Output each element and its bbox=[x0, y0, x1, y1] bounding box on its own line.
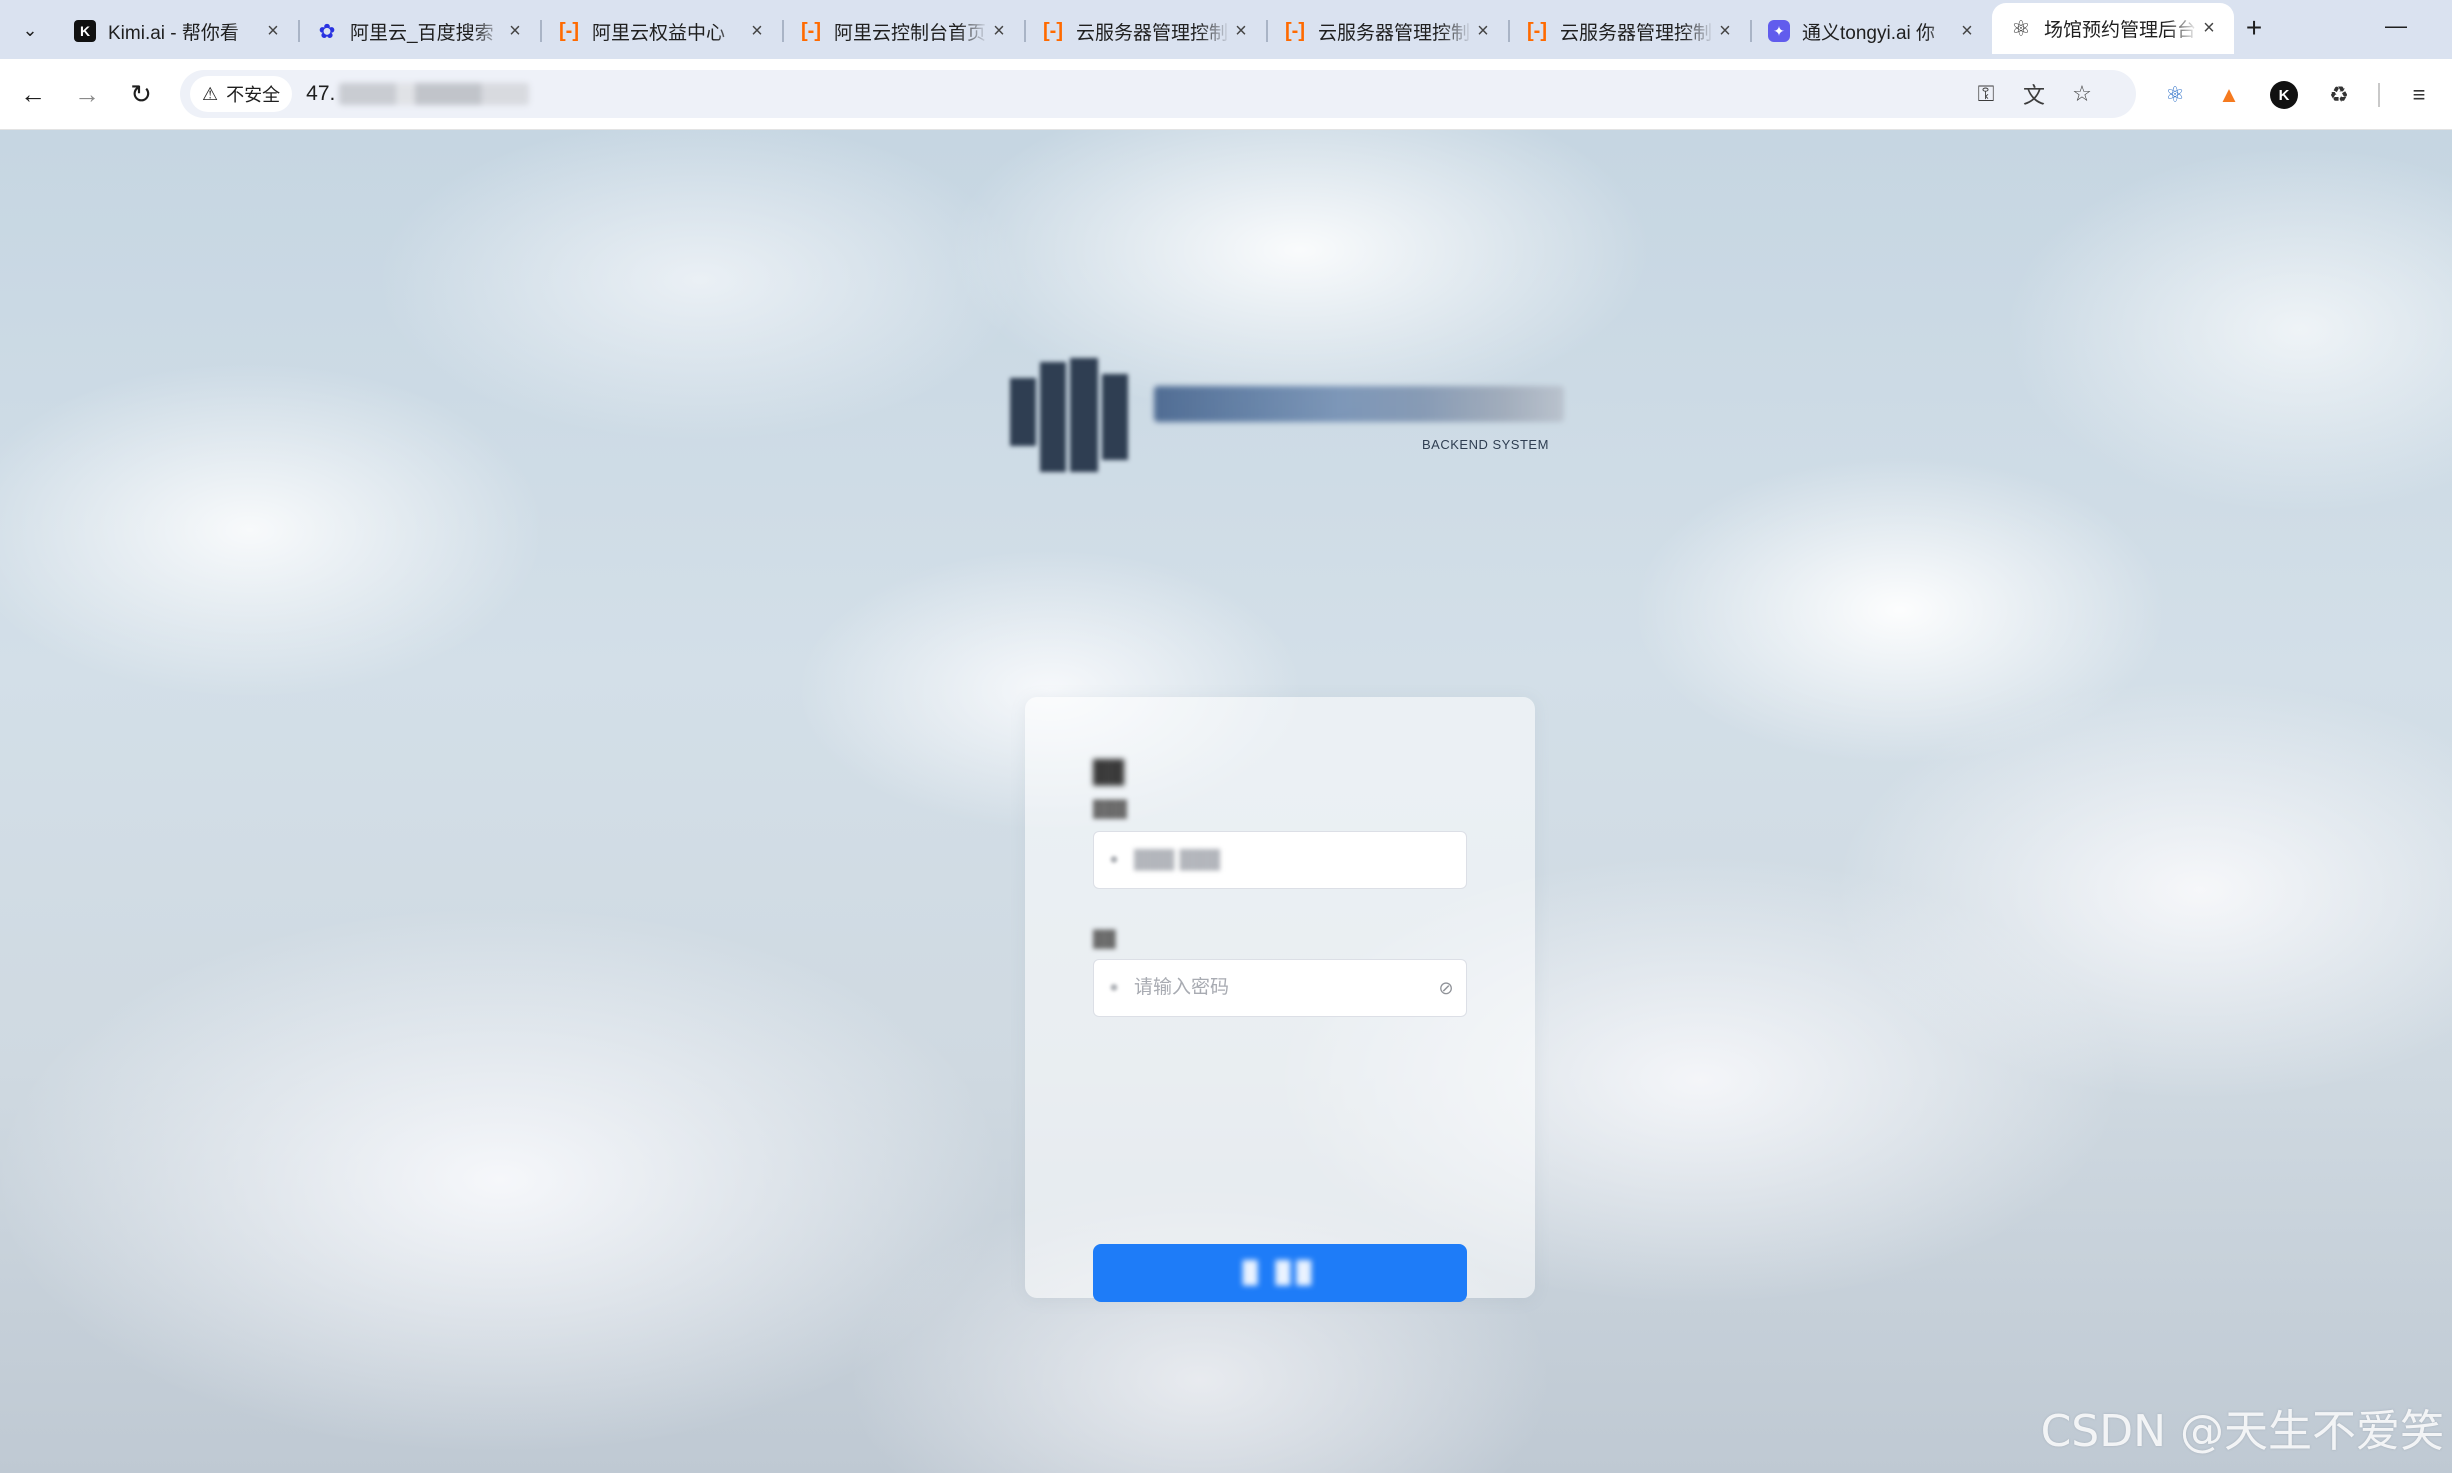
tab-aliyun-benefits[interactable]: [-] 阿里云权益中心 × bbox=[540, 8, 782, 54]
tab-title: 通义tongyi.ai 你 bbox=[1802, 22, 1936, 44]
login-button[interactable]: █ ██ bbox=[1093, 1244, 1467, 1302]
site-logo: BACKEND SYSTEM bbox=[1006, 356, 1566, 476]
logo-subtitle: BACKEND SYSTEM bbox=[1422, 437, 1549, 452]
login-form-card: ██ ███ ● ██ ● ⊘ █ ██ bbox=[1025, 697, 1535, 1302]
back-arrow-icon[interactable]: ← bbox=[14, 75, 52, 113]
tab-baidu[interactable]: ✿ 阿里云_百度搜索 × bbox=[298, 8, 540, 54]
tab-title: Kimi.ai - 帮你看 bbox=[108, 22, 239, 44]
tab-title: 阿里云_百度搜索 bbox=[350, 22, 494, 44]
tab-kimi[interactable]: K Kimi.ai - 帮你看 × bbox=[56, 8, 298, 54]
translate-icon[interactable]: 文 bbox=[2016, 76, 2052, 112]
close-icon[interactable]: × bbox=[2198, 17, 2220, 40]
close-icon[interactable]: × bbox=[504, 20, 526, 43]
bookmark-star-icon[interactable]: ☆ bbox=[2064, 76, 2100, 112]
password-field[interactable]: ● ⊘ bbox=[1093, 959, 1467, 1017]
aliyun-icon: [-] bbox=[801, 19, 821, 42]
password-key-icon[interactable]: ⚿ bbox=[1968, 76, 2004, 112]
aliyun-icon: [-] bbox=[1043, 19, 1063, 42]
new-tab-button[interactable]: + bbox=[2236, 10, 2272, 46]
tab-title: 云服务器管理控制 bbox=[1076, 22, 1229, 44]
username-field[interactable]: ● bbox=[1093, 831, 1467, 889]
eye-hidden-icon[interactable]: ⊘ bbox=[1426, 978, 1466, 999]
minimize-window-button[interactable]: — bbox=[2372, 6, 2420, 46]
password-input[interactable] bbox=[1134, 977, 1426, 999]
user-icon: ● bbox=[1109, 851, 1119, 868]
close-icon[interactable]: × bbox=[1230, 20, 1252, 43]
browser-toolbar: ← → ↻ ⚠ 不安全 47. ⚿ 文 ☆ ⚛ ▲ K ♻ ≡ bbox=[0, 59, 2452, 130]
tab-aliyun-console[interactable]: [-] 阿里云控制台首页 × bbox=[782, 8, 1024, 54]
k-extension-icon[interactable]: K bbox=[2270, 81, 2298, 109]
tongyi-icon: ✦ bbox=[1768, 20, 1790, 42]
close-icon[interactable]: × bbox=[1956, 20, 1978, 43]
aliyun-icon: [-] bbox=[559, 19, 579, 42]
kimi-icon: K bbox=[74, 20, 96, 42]
security-label: 不安全 bbox=[226, 85, 281, 105]
logo-mark-image bbox=[1006, 356, 1140, 476]
username-label-redacted: ███ bbox=[1093, 801, 1128, 818]
tab-ecs-1[interactable]: [-] 云服务器管理控制 × bbox=[1024, 8, 1266, 54]
tab-title: 云服务器管理控制 bbox=[1560, 22, 1713, 44]
tab-ecs-3[interactable]: [-] 云服务器管理控制 × bbox=[1508, 8, 1750, 54]
tab-title: 场馆预约管理后台 bbox=[2044, 20, 2197, 41]
login-button-label-redacted: █ ██ bbox=[1242, 1261, 1318, 1284]
logo-name-redacted bbox=[1154, 386, 1564, 422]
tab-title: 阿里云控制台首页 bbox=[834, 22, 987, 44]
aliyun-icon: [-] bbox=[1285, 19, 1305, 42]
tab-venue-admin[interactable]: ⚛ 场馆预约管理后台 × bbox=[1992, 3, 2234, 54]
address-bar[interactable]: ⚠ 不安全 47. ⚿ 文 ☆ bbox=[180, 70, 2136, 118]
toolbar-divider bbox=[2378, 83, 2380, 107]
aliyun-icon: [-] bbox=[1527, 19, 1547, 42]
tab-ecs-2[interactable]: [-] 云服务器管理控制 × bbox=[1266, 8, 1508, 54]
close-icon[interactable]: × bbox=[262, 20, 284, 43]
close-icon[interactable]: × bbox=[988, 20, 1010, 43]
reading-list-icon[interactable]: ≡ bbox=[2402, 78, 2436, 112]
security-indicator[interactable]: ⚠ 不安全 bbox=[190, 76, 293, 112]
tab-list: K Kimi.ai - 帮你看 × ✿ 阿里云_百度搜索 × [-] 阿里云权益… bbox=[56, 3, 2234, 59]
url-text[interactable]: 47. bbox=[306, 82, 530, 106]
page-viewport: BACKEND SYSTEM ██ ███ ● ██ ● ⊘ █ ██ CSDN… bbox=[0, 130, 2452, 1473]
baidu-paw-icon: ✿ bbox=[318, 20, 336, 43]
login-title-redacted: ██ bbox=[1093, 759, 1125, 784]
tab-tongyi[interactable]: ✦ 通义tongyi.ai 你 × bbox=[1750, 8, 1992, 54]
warning-triangle-icon: ⚠ bbox=[202, 83, 219, 104]
lock-icon: ● bbox=[1109, 979, 1119, 996]
url-redacted bbox=[339, 83, 530, 106]
metamask-fox-icon[interactable]: ▲ bbox=[2212, 78, 2246, 112]
tab-search-chevron-icon[interactable]: ⌄ bbox=[12, 12, 48, 48]
username-input[interactable] bbox=[1134, 849, 1466, 871]
csdn-watermark: CSDN @天生不爱笑 bbox=[2040, 1406, 2444, 1457]
close-icon[interactable]: × bbox=[1472, 20, 1494, 43]
reload-icon[interactable]: ↻ bbox=[122, 75, 160, 113]
close-icon[interactable]: × bbox=[746, 20, 768, 43]
forward-arrow-icon[interactable]: → bbox=[68, 75, 106, 113]
tab-title: 云服务器管理控制 bbox=[1318, 22, 1471, 44]
react-icon: ⚛ bbox=[2011, 15, 2031, 41]
close-icon[interactable]: × bbox=[1714, 20, 1736, 43]
extensions-puzzle-icon[interactable]: ♻ bbox=[2322, 78, 2356, 112]
react-devtools-icon[interactable]: ⚛ bbox=[2158, 78, 2192, 112]
password-label-redacted: ██ bbox=[1093, 931, 1116, 948]
tab-title: 阿里云权益中心 bbox=[592, 22, 726, 44]
tab-strip: ⌄ K Kimi.ai - 帮你看 × ✿ 阿里云_百度搜索 × [-] 阿里云… bbox=[0, 0, 2452, 59]
